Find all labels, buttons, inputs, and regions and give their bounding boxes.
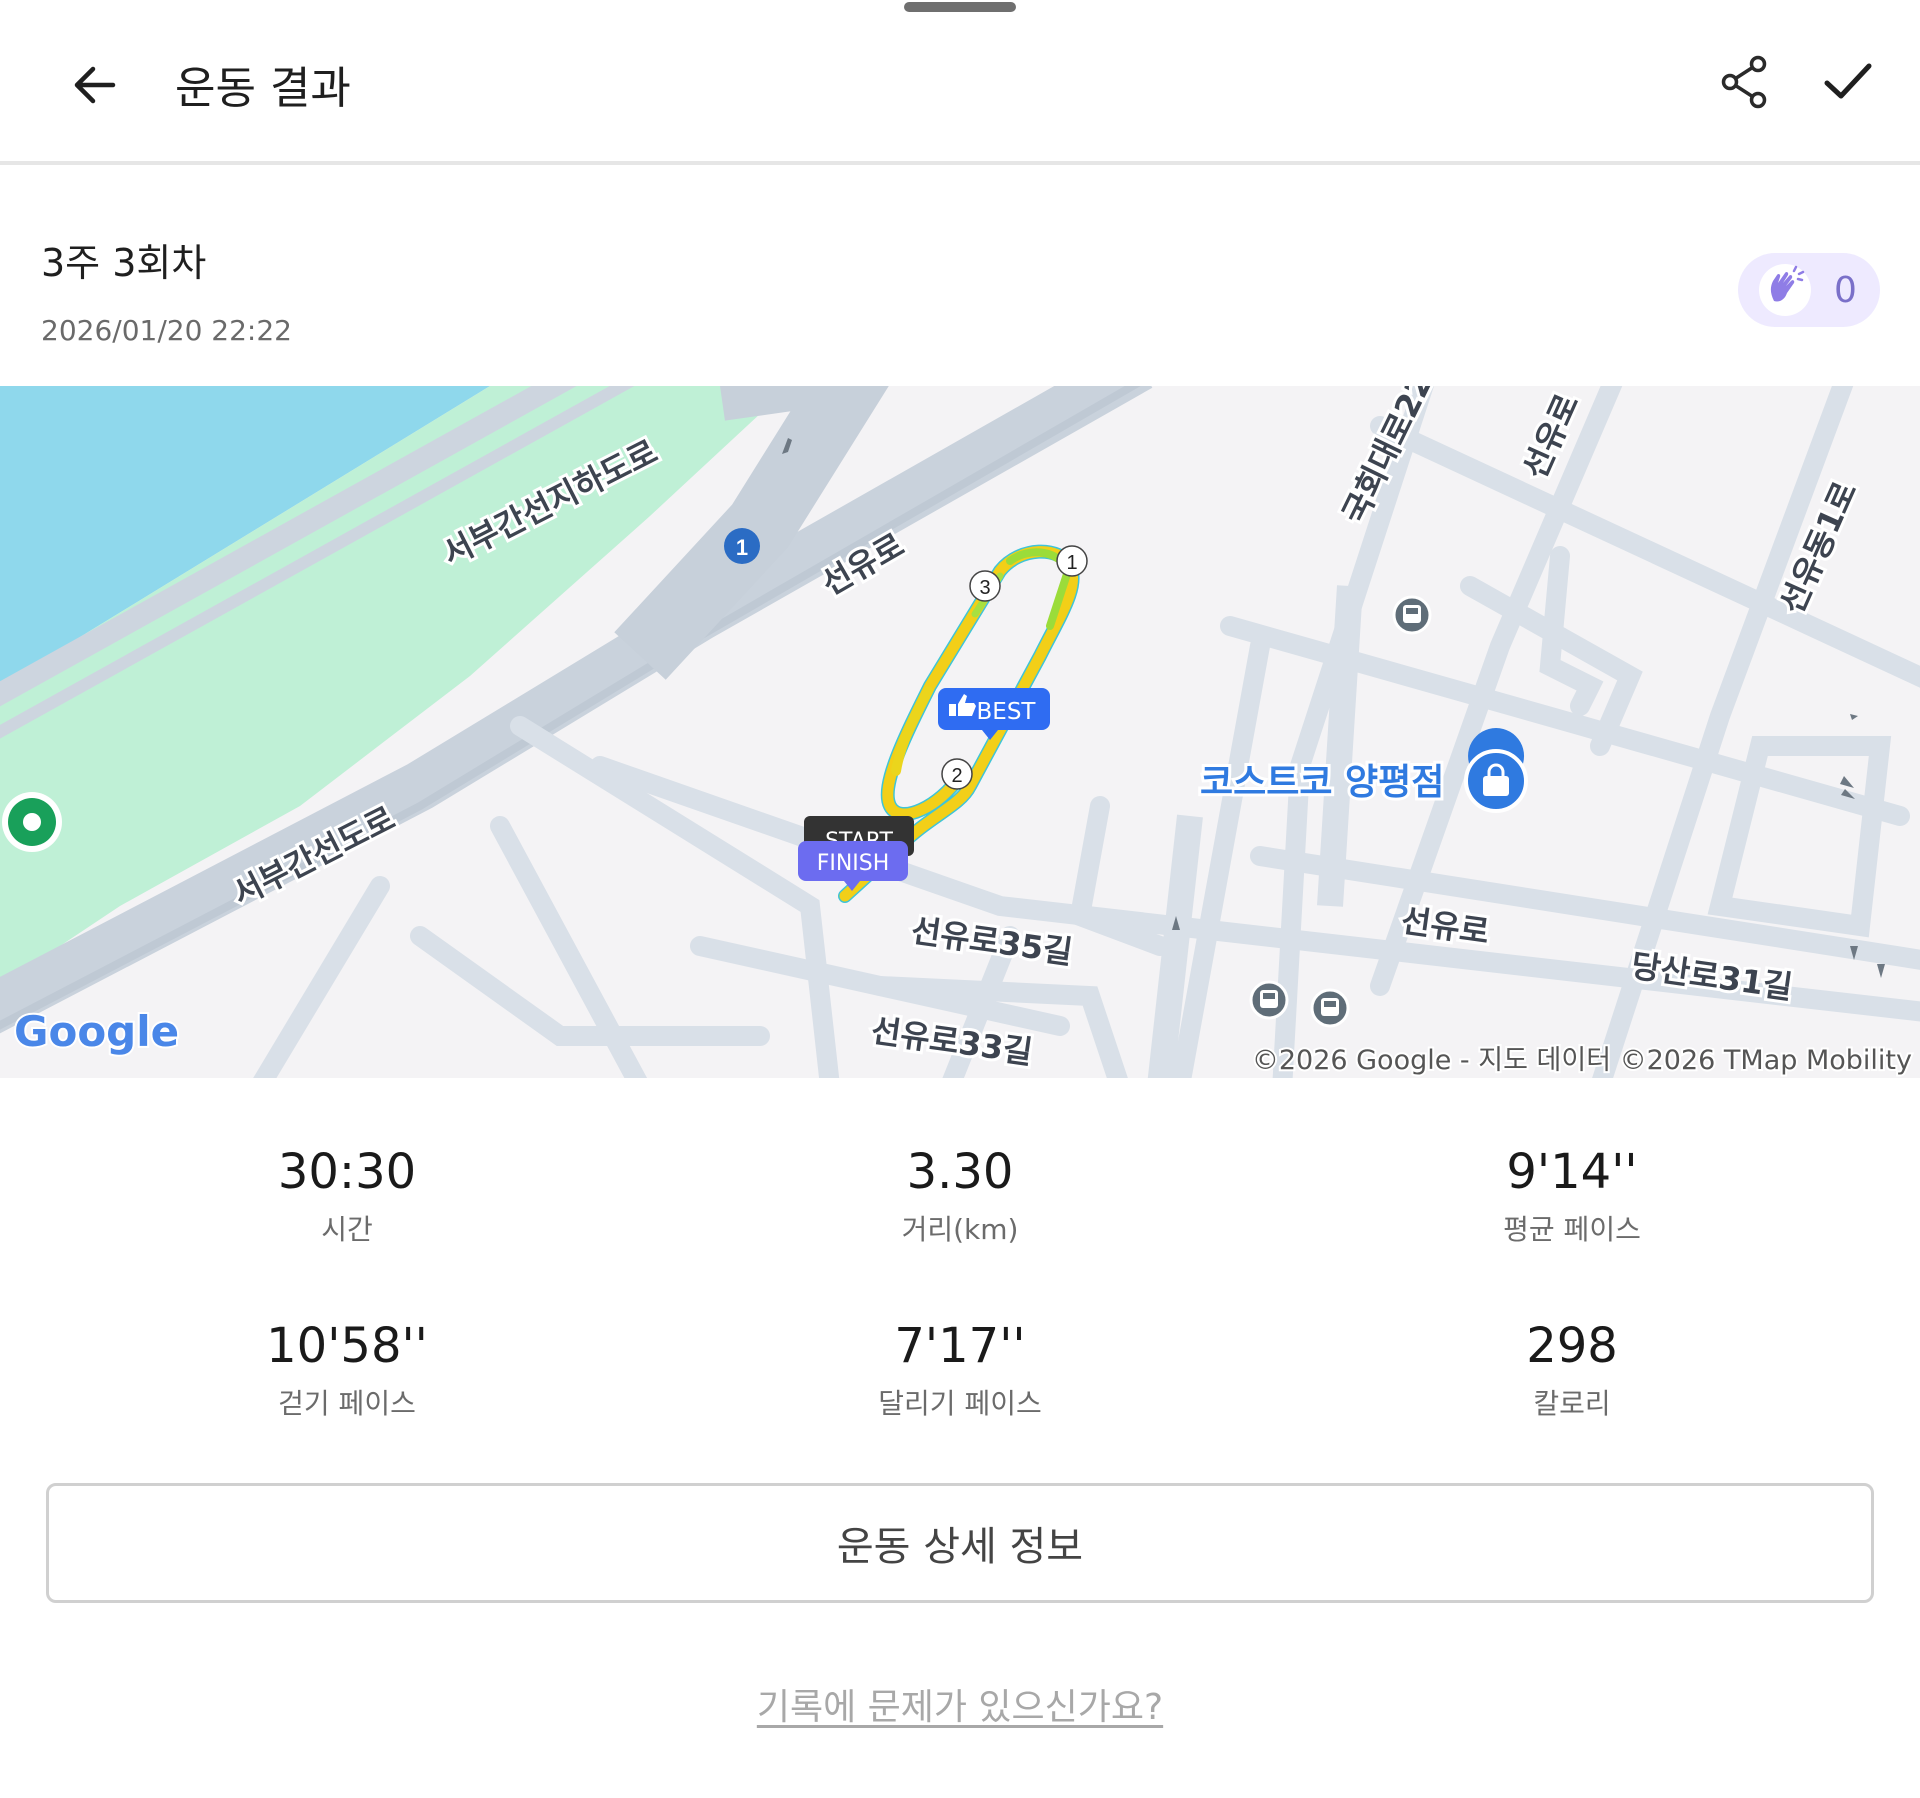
best-marker[interactable]: BEST: [938, 688, 1050, 740]
route-shield: 1: [724, 528, 760, 564]
stat-calories: 298 칼로리: [1272, 1318, 1872, 1422]
confirm-button[interactable]: [1814, 48, 1882, 116]
stat-label: 거리(km): [901, 1213, 1019, 1246]
arrow-left-icon: [74, 66, 116, 104]
svg-text:FINISH: FINISH: [817, 851, 890, 876]
poi-label[interactable]: 코스트코 양평점: [1197, 759, 1447, 806]
stat-avg-pace: 9'14'' 평균 페이스: [1272, 1144, 1872, 1248]
stat-value: 30:30: [277, 1144, 417, 1200]
lap-marker: 3: [969, 570, 1001, 602]
svg-text:BEST: BEST: [977, 699, 1037, 725]
stat-label: 시간: [321, 1213, 373, 1246]
lap-marker: 1: [1056, 545, 1088, 577]
svg-text:3: 3: [979, 577, 990, 599]
page-title: 운동 결과: [175, 63, 351, 114]
svg-text:1: 1: [736, 535, 748, 560]
clap-button[interactable]: 0: [1738, 253, 1880, 327]
stat-value: 10'58'': [266, 1318, 428, 1374]
clap-count: 0: [1834, 269, 1857, 311]
map-attribution[interactable]: ©2026 Google - 지도 데이터 ©2026 TMap Mobilit…: [1250, 1043, 1914, 1078]
location-pin-icon[interactable]: [2, 792, 62, 852]
stat-label: 달리기 페이스: [878, 1387, 1042, 1420]
clap-hands-icon: [1759, 264, 1811, 316]
bus-stop-icon[interactable]: [1249, 980, 1289, 1020]
stat-distance: 3.30 거리(km): [660, 1144, 1260, 1248]
shopping-bag-icon[interactable]: [1464, 728, 1528, 813]
lap-marker: 2: [941, 758, 973, 790]
stat-time: 30:30 시간: [47, 1144, 647, 1248]
report-problem-link[interactable]: 기록에 문제가 있으신가요?: [0, 1678, 1920, 1730]
stat-label: 칼로리: [1533, 1387, 1611, 1420]
share-button[interactable]: [1710, 48, 1778, 116]
workout-detail-button[interactable]: 운동 상세 정보: [46, 1483, 1874, 1603]
route-map[interactable]: 1 서부간선지하도로 서부간선도로 선유로 국회대로22 선유로 선유동1로 선…: [0, 386, 1920, 1078]
stat-label: 평균 페이스: [1503, 1213, 1641, 1246]
google-logo: Google: [14, 1007, 179, 1056]
stat-walk-pace: 10'58'' 걷기 페이스: [47, 1318, 647, 1422]
back-button[interactable]: [60, 50, 130, 120]
stat-value: 3.30: [906, 1144, 1014, 1200]
stat-value: 7'17'': [894, 1318, 1026, 1374]
check-icon: [1824, 63, 1872, 99]
map-canvas: 1 서부간선지하도로 서부간선도로 선유로 국회대로22 선유로 선유동1로 선…: [0, 386, 1920, 1078]
stat-label: 걷기 페이스: [278, 1387, 416, 1420]
bus-stop-icon[interactable]: [1310, 988, 1350, 1028]
share-icon: [1721, 55, 1767, 109]
workout-name: 3주 3회차: [41, 241, 207, 285]
svg-text:2: 2: [951, 765, 962, 787]
svg-text:1: 1: [1066, 552, 1077, 574]
app-bar: 운동 결과: [0, 0, 1920, 165]
workout-datetime: 2026/01/20 22:22: [41, 314, 292, 347]
finish-marker[interactable]: FINISH: [798, 841, 908, 891]
stat-run-pace: 7'17'' 달리기 페이스: [660, 1318, 1260, 1422]
stat-value: 298: [1526, 1318, 1618, 1374]
stat-value: 9'14'': [1506, 1144, 1638, 1200]
bus-stop-icon[interactable]: [1392, 595, 1432, 635]
